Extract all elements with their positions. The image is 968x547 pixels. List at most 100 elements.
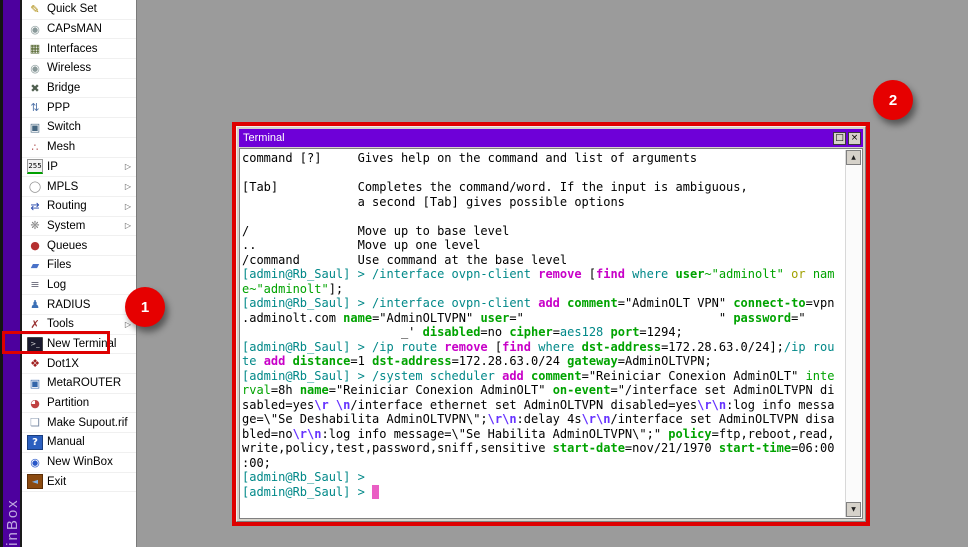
- submenu-arrow-icon: ▷: [125, 202, 131, 211]
- terminal-title: Terminal: [239, 132, 285, 144]
- sidebar-item-label: IP: [47, 161, 58, 173]
- sidebar-item-label: Tools: [47, 318, 74, 330]
- sidebar-item-label: PPP: [47, 102, 70, 114]
- sidebar-item-label: Bridge: [47, 82, 80, 94]
- sidebar-item-manual[interactable]: Manual: [22, 433, 136, 453]
- terminal-output[interactable]: command [?] Gives help on the command an…: [242, 151, 843, 516]
- terminal-line: [admin@Rb_Saul] >: [242, 470, 843, 485]
- dot1x-icon: [27, 356, 43, 371]
- sidebar-item-mesh[interactable]: Mesh: [22, 138, 136, 158]
- sidebar-item-bridge[interactable]: Bridge: [22, 79, 136, 99]
- sidebar-item-exit[interactable]: Exit: [22, 473, 136, 493]
- sidebar-item-wireless[interactable]: Wireless: [22, 59, 136, 79]
- scroll-down-button[interactable]: ▼: [846, 502, 861, 517]
- sidebar-item-label: Routing: [47, 200, 87, 212]
- radius-icon: [27, 297, 43, 312]
- sidebar-item-label: Mesh: [47, 141, 75, 153]
- submenu-arrow-icon: ▷: [125, 162, 131, 171]
- terminal-line: command [?] Gives help on the command an…: [242, 151, 843, 166]
- terminal-scrollbar[interactable]: ▲ ▼: [845, 150, 861, 517]
- sidebar-item-label: RADIUS: [47, 299, 90, 311]
- sidebar-item-ppp[interactable]: PPP: [22, 98, 136, 118]
- tools-icon: [27, 317, 43, 332]
- system-icon: [27, 218, 43, 233]
- terminal-line: [admin@Rb_Saul] > /interface ovpn-client…: [242, 267, 843, 282]
- sidebar-item-label: Partition: [47, 397, 89, 409]
- terminal-line: .. Move up one level: [242, 238, 843, 253]
- sidebar-menu: Quick Set CAPsMAN Interfaces Wireless Bridge…: [22, 0, 136, 492]
- terminal-body[interactable]: command [?] Gives help on the command an…: [239, 148, 863, 519]
- interfaces-icon: [27, 41, 43, 56]
- terminal-line: _' disabled=no cipher=aes128 port=1294;: [242, 325, 843, 340]
- annotation-box-terminal: Terminal □ × command [?] Gives help on t…: [232, 122, 870, 526]
- manual-icon: [27, 435, 43, 450]
- terminal-line: sabled=yes\r \n/interface ethernet set A…: [242, 398, 843, 413]
- capsman-icon: [27, 22, 43, 37]
- terminal-line: [admin@Rb_Saul] > /system scheduler add …: [242, 369, 843, 384]
- sidebar-item-label: MPLS: [47, 181, 78, 193]
- new-terminal-icon: [27, 337, 43, 352]
- terminal-window: Terminal □ × command [?] Gives help on t…: [236, 126, 866, 522]
- files-icon: [27, 258, 43, 273]
- terminal-line: rval=8h name="Reiniciar Conexion AdminOL…: [242, 383, 843, 398]
- terminal-line: [admin@Rb_Saul] > /interface ovpn-client…: [242, 296, 843, 311]
- terminal-titlebar[interactable]: Terminal □ ×: [239, 129, 863, 147]
- sidebar-item-label: Make Supout.rif: [47, 417, 128, 429]
- sidebar-item-routing[interactable]: Routing ▷: [22, 197, 136, 217]
- new-winbox-icon: [27, 455, 43, 470]
- terminal-line: .adminolt.com name="AdminOLTVPN" user=" …: [242, 311, 843, 326]
- terminal-line: [Tab] Completes the command/word. If the…: [242, 180, 843, 195]
- mesh-icon: [27, 140, 43, 155]
- winbox-brand-strip: WinBox: [3, 0, 20, 547]
- ppp-icon: [27, 100, 43, 115]
- close-icon: ×: [851, 133, 859, 143]
- sidebar-item-label: Dot1X: [47, 358, 79, 370]
- sidebar-item-label: Interfaces: [47, 43, 98, 55]
- metarouter-icon: [27, 376, 43, 391]
- sidebar-item-switch[interactable]: Switch: [22, 118, 136, 138]
- sidebar-item-dot1x[interactable]: Dot1X: [22, 354, 136, 374]
- sidebar-item-label: Log: [47, 279, 66, 291]
- sidebar-item-label: Quick Set: [47, 3, 97, 15]
- sidebar-item-label: New WinBox: [47, 456, 113, 468]
- sidebar-item-label: Exit: [47, 476, 66, 488]
- sidebar-item-label: Wireless: [47, 62, 91, 74]
- terminal-line: [admin@Rb_Saul] > /ip route remove [find…: [242, 340, 843, 355]
- sidebar-item-label: Manual: [47, 436, 85, 448]
- sidebar: Quick Set CAPsMAN Interfaces Wireless Bridge…: [22, 0, 137, 547]
- sidebar-item-files[interactable]: Files: [22, 256, 136, 276]
- sidebar-item-system[interactable]: System▷: [22, 217, 136, 237]
- terminal-line: [242, 166, 843, 181]
- sidebar-item-new-terminal[interactable]: New Terminal: [22, 335, 136, 355]
- mpls-icon: [27, 179, 43, 194]
- sidebar-item-new-winbox[interactable]: New WinBox: [22, 453, 136, 473]
- sidebar-item-ip[interactable]: IP ▷: [22, 158, 136, 178]
- terminal-line: write,policy,test,password,sniff,sensiti…: [242, 441, 843, 456]
- sidebar-item-queues[interactable]: Queues: [22, 236, 136, 256]
- maximize-button[interactable]: □: [833, 132, 846, 145]
- terminal-line: / Move up to base level: [242, 224, 843, 239]
- exit-icon: [27, 474, 43, 489]
- terminal-line: a second [Tab] gives possible options: [242, 195, 843, 210]
- sidebar-item-make-supout[interactable]: Make Supout.rif: [22, 413, 136, 433]
- sidebar-item-label: Files: [47, 259, 71, 271]
- make-supout-icon: [27, 415, 43, 430]
- terminal-line: e~"adminolt"];: [242, 282, 843, 297]
- sidebar-item-radius[interactable]: RADIUS: [22, 295, 136, 315]
- partition-icon: [27, 396, 43, 411]
- close-button[interactable]: ×: [848, 132, 861, 145]
- ip-icon: [27, 159, 43, 174]
- sidebar-item-tools[interactable]: Tools▷: [22, 315, 136, 335]
- sidebar-item-partition[interactable]: Partition: [22, 394, 136, 414]
- terminal-line: bled=no\r\n:log info message=\"Se Habili…: [242, 427, 843, 442]
- sidebar-item-capsman[interactable]: CAPsMAN: [22, 20, 136, 40]
- sidebar-item-label: CAPsMAN: [47, 23, 102, 35]
- sidebar-item-interfaces[interactable]: Interfaces: [22, 39, 136, 59]
- sidebar-item-log[interactable]: Log: [22, 276, 136, 296]
- sidebar-item-mpls[interactable]: MPLS▷: [22, 177, 136, 197]
- scroll-up-icon: ▲: [851, 154, 856, 161]
- sidebar-item-quick-set[interactable]: Quick Set: [22, 0, 136, 20]
- sidebar-item-label: System: [47, 220, 85, 232]
- sidebar-item-metarouter[interactable]: MetaROUTER: [22, 374, 136, 394]
- scroll-up-button[interactable]: ▲: [846, 150, 861, 165]
